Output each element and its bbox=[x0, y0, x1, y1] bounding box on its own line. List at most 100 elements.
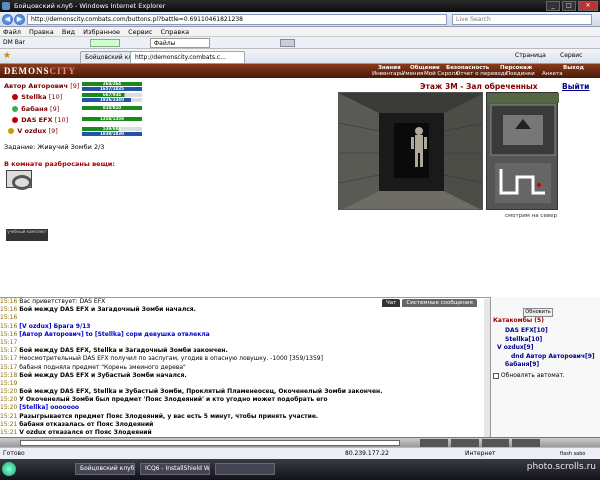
chat-timestamp[interactable]: 15:20 bbox=[0, 404, 17, 411]
window-title: Бойцовский клуб - Windows Internet Explo… bbox=[14, 2, 166, 10]
chat-tabs: Чат Системные сообщения bbox=[380, 299, 477, 307]
close-button[interactable]: ✕ bbox=[578, 1, 598, 11]
chat-timestamp[interactable]: 15:20 bbox=[0, 388, 17, 395]
nav-scroll[interactable]: Мой Скролл bbox=[424, 71, 458, 77]
ie-icon bbox=[2, 2, 10, 10]
chat-timestamp[interactable]: 15:16 bbox=[0, 298, 17, 305]
mp-bar: 1830/1830 bbox=[82, 132, 142, 136]
search-input[interactable]: Live Search bbox=[452, 14, 592, 25]
player-row[interactable]: V ozdux [9] 539/884 1830/1830 bbox=[4, 127, 154, 139]
online-player[interactable]: Stellka[10] bbox=[493, 336, 595, 345]
tools-menu[interactable]: Сервис bbox=[560, 52, 582, 59]
chat-timestamp[interactable]: 15:21 bbox=[0, 421, 17, 428]
chat-message: бабаня подняла предмет "Корень змеиного … bbox=[19, 363, 186, 371]
settings-icon[interactable] bbox=[512, 439, 540, 447]
minimize-button[interactable]: _ bbox=[546, 1, 560, 11]
chat-timestamp[interactable]: 15:21 bbox=[0, 413, 17, 420]
windows-taskbar: Бойцовский клуб ICQ6 - InstallShield Wi.… bbox=[0, 459, 600, 480]
window-controls: _ □ ✕ bbox=[546, 1, 598, 11]
nav-profile[interactable]: Анкета bbox=[542, 71, 563, 77]
clan-icon bbox=[12, 106, 18, 112]
start-button[interactable] bbox=[2, 462, 16, 476]
taskbar-item[interactable]: Бойцовский клуб bbox=[75, 463, 135, 475]
auto-refresh-label: Обновлять автомат. bbox=[500, 372, 565, 379]
auto-refresh-checkbox[interactable] bbox=[493, 372, 499, 379]
taskbar-item[interactable]: ICQ6 - InstallShield Wi... bbox=[140, 463, 210, 475]
nav-transfer-report[interactable]: Отчет о переводе bbox=[456, 71, 508, 77]
chat-timestamp[interactable]: 15:21 bbox=[0, 429, 17, 436]
chat-timestamp[interactable]: 15:16 bbox=[0, 323, 17, 330]
player-row[interactable]: бабаня [9] 810/810 bbox=[4, 105, 154, 116]
player-row[interactable]: Stellka [10] 667/934 1926/2340 bbox=[4, 93, 154, 105]
hp-bar: 810/810 bbox=[82, 106, 142, 110]
chat-action-icons bbox=[420, 439, 540, 447]
menu-view[interactable]: Вид bbox=[62, 28, 75, 36]
chat-line: 15:16 [Автор Авторович] to [Stellka] сор… bbox=[0, 331, 490, 339]
toolbar-icon[interactable] bbox=[280, 39, 295, 47]
toolbar: DM Bar Файлы bbox=[0, 37, 600, 49]
online-player[interactable]: dnd Автор Авторович[9] bbox=[493, 353, 595, 362]
auto-refresh-row[interactable]: Обновлять автомат. bbox=[493, 372, 565, 379]
tab-chat[interactable]: Чат bbox=[382, 299, 401, 307]
exit-link[interactable]: Выйти bbox=[562, 82, 589, 91]
online-player[interactable]: бабаня[9] bbox=[493, 361, 595, 370]
refresh-button[interactable]: Обновить bbox=[523, 308, 553, 317]
maximize-button[interactable]: □ bbox=[562, 1, 576, 11]
smiley-icon[interactable] bbox=[420, 439, 448, 447]
taskbar-item[interactable] bbox=[215, 463, 275, 475]
dungeon-view[interactable] bbox=[338, 92, 483, 210]
nav-inventory[interactable]: Инвентарь bbox=[372, 71, 403, 77]
filter-icon[interactable] bbox=[450, 439, 479, 447]
ring-item-icon[interactable] bbox=[6, 170, 32, 190]
page-menu[interactable]: Страница bbox=[515, 52, 546, 59]
clan-icon bbox=[12, 117, 18, 123]
tab-active[interactable]: http://demonscity.combats.c... bbox=[130, 51, 245, 63]
forward-button[interactable]: ▶ bbox=[14, 14, 25, 25]
chat-timestamp[interactable]: 15:17 bbox=[0, 339, 17, 346]
nav-fights[interactable]: Поединки bbox=[506, 71, 535, 77]
chat-timestamp[interactable]: 15:17 bbox=[0, 364, 17, 371]
nav-exit[interactable]: Выход bbox=[563, 65, 584, 71]
chat-message: [V ozdux] Брага 9/13 bbox=[19, 322, 91, 330]
watermark: photo.scrolls.ru bbox=[526, 462, 596, 472]
menu-file[interactable]: Файл bbox=[3, 28, 21, 36]
menu-edit[interactable]: Правка bbox=[29, 28, 54, 36]
chat-line: 15:17 bbox=[0, 339, 490, 347]
toolbar-button[interactable] bbox=[90, 39, 120, 47]
chat-timestamp[interactable]: 15:16 bbox=[0, 306, 17, 313]
minimap[interactable] bbox=[486, 92, 559, 210]
chat-timestamp[interactable]: 15:18 bbox=[0, 372, 17, 379]
menu-tools[interactable]: Сервис bbox=[128, 28, 152, 36]
chat-message: Неосмотрительный DAS EFX получил по засл… bbox=[19, 355, 323, 363]
training-kit-item[interactable]: учебный комплект bbox=[6, 229, 48, 241]
clan-icon bbox=[8, 128, 14, 134]
online-player[interactable]: V ozdux[9] bbox=[493, 344, 595, 353]
chat-timestamp[interactable]: 15:16 bbox=[0, 314, 17, 321]
chat-timestamp[interactable]: 15:16 bbox=[0, 331, 17, 338]
clear-icon[interactable] bbox=[481, 439, 510, 447]
player-row[interactable]: DAS EFX [10] 1358/1358 bbox=[4, 116, 154, 127]
menu-help[interactable]: Справка bbox=[161, 28, 190, 36]
nav-skills[interactable]: Умения bbox=[402, 71, 423, 77]
back-button[interactable]: ◀ bbox=[2, 14, 13, 25]
player-position-icon bbox=[537, 183, 541, 187]
chat-line: 15:20 У Окоченелый Зомби был предмет 'По… bbox=[0, 396, 490, 404]
dm-bar-label: DM Bar bbox=[3, 39, 25, 46]
tab-system-messages[interactable]: Системные сообщения bbox=[402, 299, 477, 307]
room-title: Катакомбы (5) bbox=[493, 317, 544, 324]
game-header: DEMONSCITY Знания Общение Безопасность П… bbox=[0, 64, 600, 78]
chat-timestamp[interactable]: 15:20 bbox=[0, 396, 17, 403]
menu-favorites[interactable]: Избранное bbox=[83, 28, 120, 36]
minimap-image bbox=[487, 93, 559, 203]
chat-timestamp[interactable]: 15:17 bbox=[0, 355, 17, 362]
url-input[interactable]: http://demonscity.combats.com/buttons.pl… bbox=[27, 14, 447, 25]
chat-line: 15:17 бабаня подняла предмет "Корень зме… bbox=[0, 364, 490, 372]
chat-timestamp[interactable]: 15:17 bbox=[0, 347, 17, 354]
files-dropdown[interactable]: Файлы bbox=[150, 38, 210, 48]
online-player[interactable]: DAS EFX[10] bbox=[493, 327, 595, 336]
chat-input[interactable] bbox=[20, 440, 400, 446]
chat-timestamp[interactable]: 15:19 bbox=[0, 380, 17, 387]
favorites-star-icon[interactable]: ★ bbox=[3, 52, 13, 61]
player-row[interactable]: Автор Авторович [9] 264/264 1657/1835 bbox=[4, 82, 154, 93]
mp-bar: 1657/1835 bbox=[82, 87, 142, 91]
